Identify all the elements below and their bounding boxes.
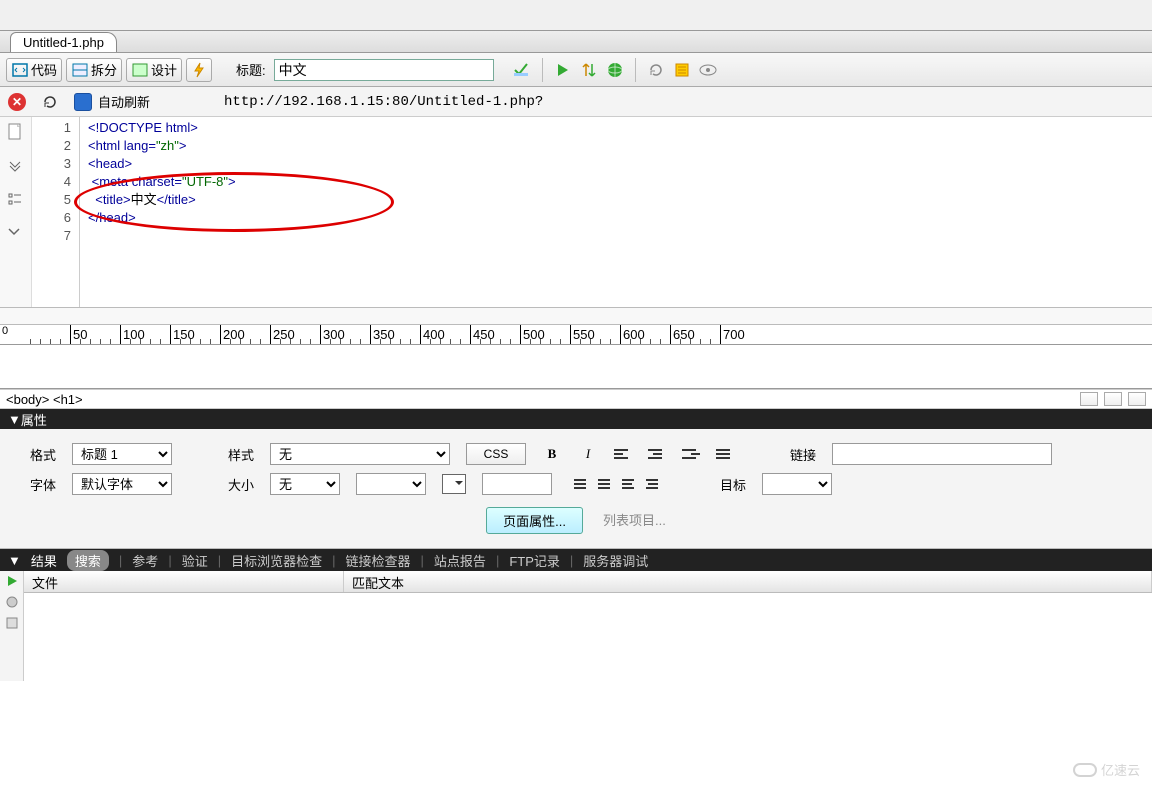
code-label: 代码 — [31, 60, 57, 79]
font-label: 字体 — [20, 475, 56, 494]
format-label: 格式 — [20, 445, 56, 464]
tab-validate[interactable]: 验证 — [182, 551, 208, 570]
code-editor: 1 2 3 4 5 6 7 <!DOCTYPE html> <html lang… — [0, 117, 1152, 307]
style-select[interactable]: 无 — [270, 443, 450, 465]
tab-ftp-log[interactable]: FTP记录 — [509, 551, 560, 570]
size-select[interactable]: 无 — [270, 473, 340, 495]
play-icon[interactable] — [553, 60, 573, 80]
target-label: 目标 — [710, 475, 746, 494]
align-justify-icon[interactable] — [716, 446, 734, 462]
css-button[interactable]: CSS — [466, 443, 526, 465]
size-unit-select[interactable] — [356, 473, 426, 495]
file-tab[interactable]: Untitled-1.php — [10, 32, 117, 52]
check-icon[interactable] — [512, 60, 532, 80]
tab-link-checker[interactable]: 链接检查器 — [346, 551, 411, 570]
font-select[interactable]: 默认字体 — [72, 473, 172, 495]
stop-icon[interactable]: ✕ — [8, 93, 26, 111]
address-bar: ✕ 自动刷新 http://192.168.1.15:80/Untitled-1… — [0, 87, 1152, 117]
outline-icon[interactable] — [7, 191, 25, 209]
chevron-down-icon[interactable] — [7, 225, 25, 243]
align-right-icon[interactable] — [682, 446, 700, 462]
align-left-icon[interactable] — [614, 446, 632, 462]
column-file[interactable]: 文件 — [24, 571, 344, 592]
target-select[interactable] — [762, 473, 832, 495]
line-numbers: 1 2 3 4 5 6 7 — [32, 117, 80, 307]
style-label: 样式 — [218, 445, 254, 464]
code-area[interactable]: <!DOCTYPE html> <html lang="zh"> <head> … — [80, 117, 1152, 307]
align-center-icon[interactable] — [648, 446, 666, 462]
expand-icon[interactable] — [7, 157, 25, 175]
design-icon — [131, 61, 149, 79]
eye-icon[interactable] — [698, 60, 718, 80]
properties-header[interactable]: ▼ 属性 — [0, 409, 1152, 429]
document-icon[interactable] — [7, 123, 25, 141]
refresh-icon[interactable] — [646, 60, 666, 80]
editor-left-gutter — [0, 117, 32, 307]
tab-search[interactable]: 搜索 — [67, 550, 109, 571]
watermark: 亿速云 — [1073, 760, 1140, 779]
hand-tool-icon[interactable] — [1104, 392, 1122, 406]
results-gutter — [0, 571, 24, 681]
link-input[interactable] — [832, 443, 1052, 465]
globe-icon[interactable] — [605, 60, 625, 80]
results-title: 结果 — [31, 551, 57, 570]
title-input[interactable] — [274, 59, 494, 81]
color-input[interactable] — [482, 473, 552, 495]
code-icon — [11, 61, 29, 79]
design-view-area[interactable] — [0, 345, 1152, 389]
split-view-button[interactable]: 拆分 — [66, 58, 122, 82]
design-label: 设计 — [151, 60, 177, 79]
list-icon[interactable] — [672, 60, 692, 80]
properties-title: 属性 — [21, 410, 47, 429]
list-ol-icon[interactable] — [598, 476, 616, 492]
split-label: 拆分 — [91, 60, 117, 79]
separator — [542, 58, 543, 82]
reload-icon[interactable] — [40, 92, 60, 112]
results-header: ▼ 结果 搜索 |参考 |验证 |目标浏览器检查 |链接检查器 |站点报告 |F… — [0, 549, 1152, 571]
file-tab-bar: Untitled-1.php — [0, 31, 1152, 53]
size-label: 大小 — [218, 475, 254, 494]
results-body: 文件 匹配文本 — [0, 571, 1152, 681]
color-swatch[interactable] — [442, 474, 466, 494]
url-display: http://192.168.1.15:80/Untitled-1.php? — [224, 94, 543, 110]
updown-icon[interactable] — [579, 60, 599, 80]
code-view-button[interactable]: 代码 — [6, 58, 62, 82]
auto-refresh-checkbox[interactable] — [74, 93, 92, 111]
bold-button[interactable]: B — [542, 444, 562, 464]
properties-panel: 格式 标题 1 样式 无 CSS B I 链接 字体 默认字体 大小 无 — [0, 429, 1152, 549]
tag-path[interactable]: <body> <h1> — [6, 392, 83, 407]
stop-result-icon[interactable] — [6, 596, 18, 611]
tab-reference[interactable]: 参考 — [132, 551, 158, 570]
link-label: 链接 — [780, 445, 816, 464]
title-label: 标题: — [236, 60, 266, 79]
tab-browser-check[interactable]: 目标浏览器检查 — [231, 551, 322, 570]
list-item-button: 列表项目... — [603, 507, 666, 534]
indent-icon[interactable] — [646, 476, 664, 492]
list-ul-icon[interactable] — [574, 476, 592, 492]
save-result-icon[interactable] — [6, 617, 18, 632]
selector-tool-icon[interactable] — [1080, 392, 1098, 406]
play-icon[interactable] — [6, 575, 18, 590]
split-icon — [71, 61, 89, 79]
tag-selector: <body> <h1> — [0, 389, 1152, 409]
ruler: 0 50100150200250300350400450500550600650… — [0, 325, 1152, 345]
tab-server-debug[interactable]: 服务器调试 — [583, 551, 648, 570]
auto-refresh-label: 自动刷新 — [98, 92, 150, 111]
column-match-text[interactable]: 匹配文本 — [344, 571, 1152, 592]
tab-site-report[interactable]: 站点报告 — [434, 551, 486, 570]
splitter-horizontal[interactable] — [0, 307, 1152, 325]
separator — [635, 58, 636, 82]
format-select[interactable]: 标题 1 — [72, 443, 172, 465]
outdent-icon[interactable] — [622, 476, 640, 492]
page-properties-button[interactable]: 页面属性... — [486, 507, 583, 534]
zoom-tool-icon[interactable] — [1128, 392, 1146, 406]
main-toolbar: 代码 拆分 设计 标题: — [0, 53, 1152, 87]
live-view-button[interactable] — [186, 58, 212, 82]
design-view-button[interactable]: 设计 — [126, 58, 182, 82]
lightning-icon — [191, 61, 207, 79]
italic-button[interactable]: I — [578, 444, 598, 464]
